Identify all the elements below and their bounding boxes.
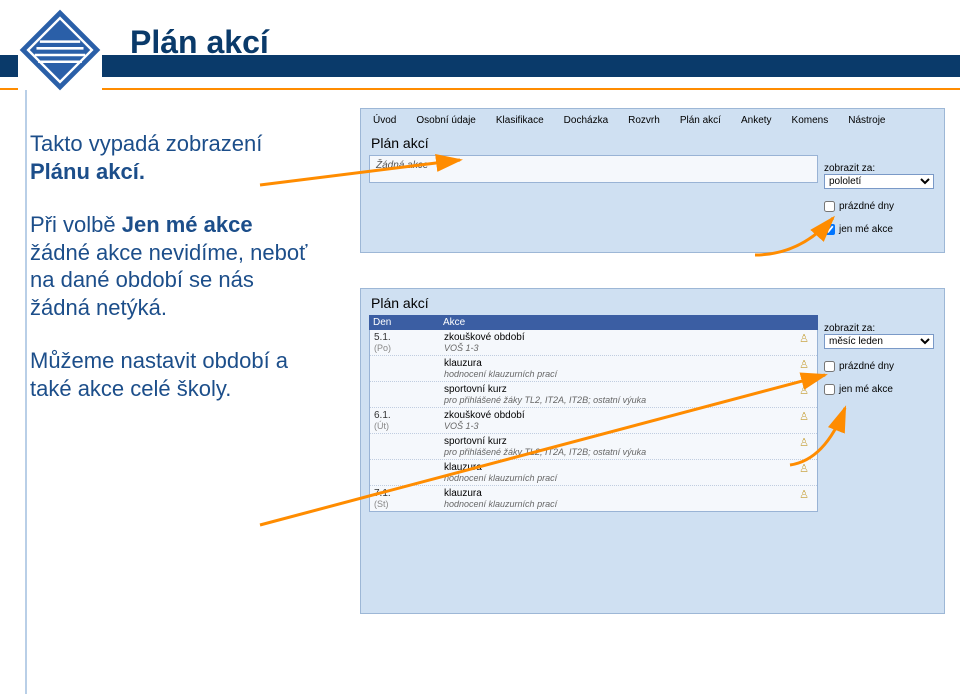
- cell-event: klauzurahodnocení klauzurních prací: [444, 462, 795, 483]
- tab-rozvrh[interactable]: Rozvrh: [618, 111, 670, 129]
- cell-date: [374, 436, 444, 457]
- nav-tabs: Úvod Osobní údaje Klasifikace Docházka R…: [361, 109, 944, 129]
- events-area-empty: Žádná akce: [369, 155, 818, 183]
- tab-osobni[interactable]: Osobní údaje: [406, 111, 486, 129]
- tab-ankety[interactable]: Ankety: [731, 111, 782, 129]
- panel-heading: Plán akcí: [361, 129, 944, 155]
- checkbox-input[interactable]: [824, 384, 835, 395]
- pawn-icon: ♙: [795, 462, 813, 483]
- table-row: 7.1.(St)klauzurahodnocení klauzurních pr…: [370, 486, 817, 511]
- pawn-icon: ♙: [795, 488, 813, 509]
- table-header: Den Akce: [369, 315, 818, 330]
- checkbox-label: prázdné dny: [839, 201, 894, 212]
- pawn-icon: ♙: [795, 384, 813, 405]
- tab-nastroje[interactable]: Nástroje: [838, 111, 895, 129]
- checkbox-my-events[interactable]: jen mé akce: [824, 384, 938, 395]
- filter-controls: zobrazit za: měsíc leden prázdné dny jen…: [824, 315, 944, 399]
- text-part: Při volbě: [30, 212, 122, 237]
- col-header-akce: Akce: [443, 317, 814, 328]
- period-select[interactable]: měsíc leden: [824, 334, 934, 349]
- cell-date: 5.1.(Po): [374, 332, 444, 353]
- text-part: Takto vypadá zobrazení: [30, 131, 262, 156]
- filter-label: zobrazit za:: [824, 323, 938, 334]
- explanation-text: Takto vypadá zobrazení Plánu akcí. Při v…: [30, 130, 310, 428]
- filter-controls: zobrazit za: pololetí prázdné dny jen mé…: [824, 155, 944, 239]
- screenshot-panel-2: Plán akcí Den Akce 5.1.(Po)zkouškové obd…: [360, 288, 945, 614]
- tab-uvod[interactable]: Úvod: [363, 111, 406, 129]
- pawn-icon: ♙: [795, 332, 813, 353]
- cell-event: klauzurahodnocení klauzurních prací: [444, 488, 795, 509]
- cell-event: zkouškové obdobíVOŠ 1-3: [444, 410, 795, 431]
- checkbox-empty-days[interactable]: prázdné dny: [824, 361, 938, 372]
- cell-date: [374, 462, 444, 483]
- checkbox-input[interactable]: [824, 224, 835, 235]
- checkbox-label: jen mé akce: [839, 224, 893, 235]
- filter-label: zobrazit za:: [824, 163, 938, 174]
- logo-icon: [18, 8, 102, 92]
- pawn-icon: ♙: [795, 358, 813, 379]
- cell-date: [374, 358, 444, 379]
- pawn-icon: ♙: [795, 436, 813, 457]
- checkbox-input[interactable]: [824, 361, 835, 372]
- slide-header: Plán akcí: [0, 0, 960, 90]
- cell-event: zkouškové obdobíVOŠ 1-3: [444, 332, 795, 353]
- page-title: Plán akcí: [130, 24, 269, 61]
- cell-event: sportovní kurzpro přihlášené žáky TL2, I…: [444, 436, 795, 457]
- table-row: sportovní kurzpro přihlášené žáky TL2, I…: [370, 382, 817, 408]
- text-bold: Plánu akcí.: [30, 159, 145, 184]
- cell-date: [374, 384, 444, 405]
- tab-planakci[interactable]: Plán akcí: [670, 111, 731, 129]
- tab-dochazka[interactable]: Docházka: [554, 111, 618, 129]
- tab-komens[interactable]: Komens: [782, 111, 839, 129]
- period-select[interactable]: pololetí: [824, 174, 934, 189]
- checkbox-label: prázdné dny: [839, 361, 894, 372]
- col-header-den: Den: [373, 317, 443, 328]
- cell-date: 6.1.(Út): [374, 410, 444, 431]
- cell-date: 7.1.(St): [374, 488, 444, 509]
- table-row: 5.1.(Po)zkouškové obdobíVOŠ 1-3♙: [370, 330, 817, 356]
- table-row: sportovní kurzpro přihlášené žáky TL2, I…: [370, 434, 817, 460]
- table-row: 6.1.(Út)zkouškové obdobíVOŠ 1-3♙: [370, 408, 817, 434]
- screenshot-panel-1: Úvod Osobní údaje Klasifikace Docházka R…: [360, 108, 945, 253]
- text-part: žádné akce nevidíme, neboť na dané obdob…: [30, 240, 307, 320]
- empty-text: Žádná akce: [376, 160, 428, 171]
- table-row: klauzurahodnocení klauzurních prací♙: [370, 356, 817, 382]
- decorative-line: [25, 90, 27, 694]
- pawn-icon: ♙: [795, 410, 813, 431]
- text-bold: Jen mé akce: [122, 212, 253, 237]
- panel-heading: Plán akcí: [361, 289, 944, 315]
- text-part: Můžeme nastavit období a také akce celé …: [30, 348, 288, 401]
- cell-event: sportovní kurzpro přihlášené žáky TL2, I…: [444, 384, 795, 405]
- checkbox-empty-days[interactable]: prázdné dny: [824, 201, 938, 212]
- events-table: 5.1.(Po)zkouškové obdobíVOŠ 1-3♙klauzura…: [369, 330, 818, 512]
- checkbox-label: jen mé akce: [839, 384, 893, 395]
- checkbox-input[interactable]: [824, 201, 835, 212]
- table-row: klauzurahodnocení klauzurních prací♙: [370, 460, 817, 486]
- cell-event: klauzurahodnocení klauzurních prací: [444, 358, 795, 379]
- tab-klasifikace[interactable]: Klasifikace: [486, 111, 554, 129]
- checkbox-my-events[interactable]: jen mé akce: [824, 224, 938, 235]
